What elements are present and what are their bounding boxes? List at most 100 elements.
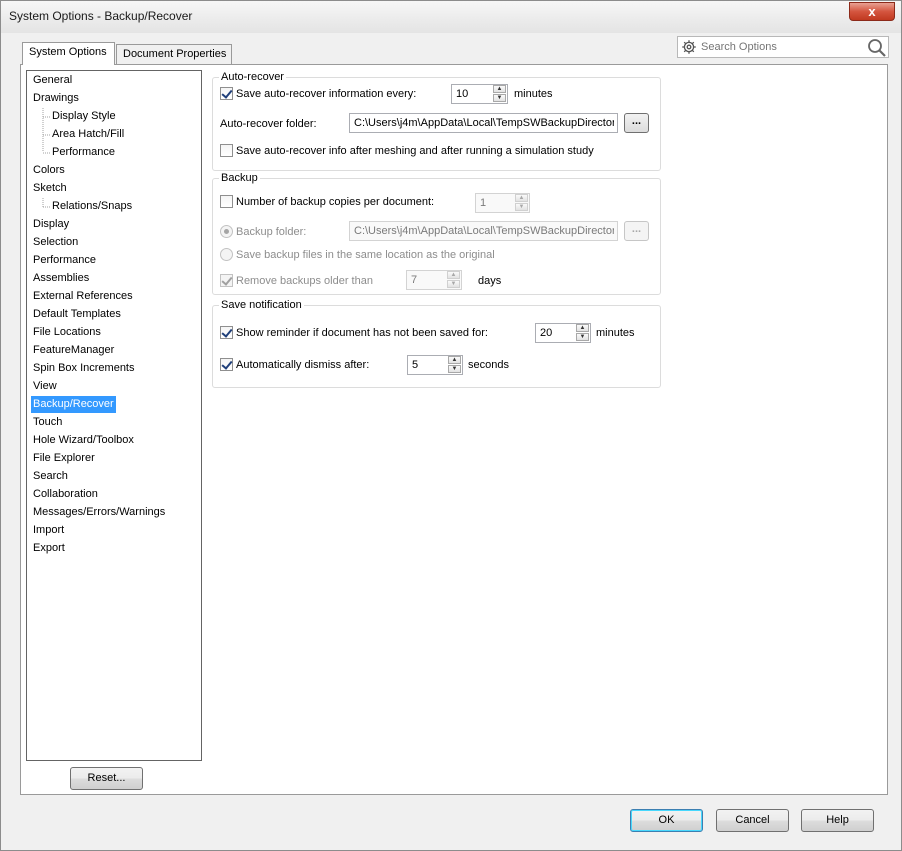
spin-down-icon[interactable]: ▼ xyxy=(493,94,506,102)
title-bar: System Options - Backup/Recover x xyxy=(1,1,901,33)
auto-recover-interval-stepper[interactable]: ▲ ▼ xyxy=(451,84,508,104)
tree-item-colors[interactable]: Colors xyxy=(31,162,67,179)
gear-icon xyxy=(682,40,696,54)
tab-document-properties-label: Document Properties xyxy=(123,48,227,60)
auto-dismiss-checkbox[interactable] xyxy=(220,358,233,371)
auto-dismiss-input[interactable] xyxy=(410,357,446,373)
save-reminder-checkbox[interactable] xyxy=(220,326,233,339)
remove-days-arrows[interactable]: ▲ ▼ xyxy=(446,271,461,289)
tree-item-spin-box-increments[interactable]: Spin Box Increments xyxy=(31,360,137,377)
backup-folder-label: Backup folder: xyxy=(236,226,307,238)
ok-button[interactable]: OK xyxy=(630,809,703,832)
tab-system-options-label: System Options xyxy=(29,46,107,58)
backup-copies-checkbox[interactable] xyxy=(220,195,233,208)
tree-item-area-hatch-fill[interactable]: Area Hatch/Fill xyxy=(50,126,126,143)
tree-item-collaboration[interactable]: Collaboration xyxy=(31,486,100,503)
tree-item-selection[interactable]: Selection xyxy=(31,234,80,251)
backup-group-title: Backup xyxy=(219,172,260,185)
tab-system-options[interactable]: System Options xyxy=(22,42,115,65)
same-location-radio[interactable] xyxy=(220,248,233,261)
remove-days-input[interactable] xyxy=(409,272,445,288)
after-meshing-checkbox[interactable] xyxy=(220,144,233,157)
search-options-box[interactable] xyxy=(677,36,889,58)
save-reminder-unit: minutes xyxy=(596,327,635,339)
backup-copies-stepper[interactable]: ▲ ▼ xyxy=(475,193,530,213)
tree-item-backup-recover[interactable]: Backup/Recover xyxy=(31,396,116,413)
backup-copies-label: Number of backup copies per document: xyxy=(236,196,435,208)
close-icon: x xyxy=(868,4,876,19)
backup-folder-radio[interactable] xyxy=(220,225,233,238)
reset-button[interactable]: Reset... xyxy=(70,767,143,790)
search-input[interactable] xyxy=(699,38,859,56)
auto-recover-interval-arrows[interactable]: ▲ ▼ xyxy=(492,85,507,103)
save-reminder-input[interactable] xyxy=(538,325,574,341)
tree-item-view[interactable]: View xyxy=(31,378,59,395)
auto-recover-group-title: Auto-recover xyxy=(219,71,286,84)
save-auto-recover-checkbox[interactable] xyxy=(220,87,233,100)
save-notification-group-title: Save notification xyxy=(219,299,304,312)
tab-document-properties[interactable]: Document Properties xyxy=(116,44,232,64)
tree-item-drawings[interactable]: Drawings xyxy=(31,90,81,107)
same-location-label: Save backup files in the same location a… xyxy=(236,249,495,261)
save-notification-group xyxy=(212,305,661,388)
tree-item-display[interactable]: Display xyxy=(31,216,71,233)
auto-recover-interval-unit: minutes xyxy=(514,88,553,100)
help-button[interactable]: Help xyxy=(801,809,874,832)
spin-up-icon[interactable]: ▲ xyxy=(448,356,461,364)
cancel-button[interactable]: Cancel xyxy=(716,809,789,832)
auto-dismiss-label: Automatically dismiss after: xyxy=(236,359,370,371)
tree-item-export[interactable]: Export xyxy=(31,540,67,557)
auto-recover-folder-input[interactable] xyxy=(352,115,616,131)
spin-up-icon[interactable]: ▲ xyxy=(576,324,589,332)
remove-days-unit: days xyxy=(478,275,502,287)
tree-item-file-explorer[interactable]: File Explorer xyxy=(31,450,97,467)
save-reminder-label: Show reminder if document has not been s… xyxy=(236,327,488,339)
spin-up-icon[interactable]: ▲ xyxy=(493,85,506,93)
save-reminder-stepper[interactable]: ▲ ▼ xyxy=(535,323,591,343)
spin-down-icon[interactable]: ▼ xyxy=(447,280,460,288)
options-tree[interactable]: General Drawings Display Style Area Hatc… xyxy=(26,70,202,761)
tree-item-relations-snaps[interactable]: Relations/Snaps xyxy=(50,198,134,215)
save-reminder-arrows[interactable]: ▲ ▼ xyxy=(575,324,590,342)
tree-item-default-templates[interactable]: Default Templates xyxy=(31,306,123,323)
auto-dismiss-arrows[interactable]: ▲ ▼ xyxy=(447,356,462,374)
spin-down-icon[interactable]: ▼ xyxy=(515,203,528,211)
spin-down-icon[interactable]: ▼ xyxy=(576,333,589,341)
tree-item-performance[interactable]: Performance xyxy=(31,252,98,269)
tree-item-hole-wizard-toolbox[interactable]: Hole Wizard/Toolbox xyxy=(31,432,136,449)
tree-item-assemblies[interactable]: Assemblies xyxy=(31,270,91,287)
auto-recover-folder-label: Auto-recover folder: xyxy=(220,118,317,130)
tree-item-featuremanager[interactable]: FeatureManager xyxy=(31,342,116,359)
backup-browse-button[interactable]: ... xyxy=(624,221,649,241)
auto-dismiss-unit: seconds xyxy=(468,359,509,371)
auto-recover-browse-button[interactable]: ... xyxy=(624,113,649,133)
auto-recover-folder-field[interactable] xyxy=(349,113,618,133)
spin-up-icon[interactable]: ▲ xyxy=(515,194,528,202)
remove-backups-checkbox[interactable] xyxy=(220,274,233,287)
remove-backups-label: Remove backups older than xyxy=(236,275,373,287)
backup-copies-input[interactable] xyxy=(478,195,514,211)
tree-item-drawings-performance[interactable]: Performance xyxy=(50,144,117,161)
spin-up-icon[interactable]: ▲ xyxy=(447,271,460,279)
backup-folder-input[interactable] xyxy=(352,223,616,239)
save-auto-recover-label: Save auto-recover information every: xyxy=(236,88,417,100)
tree-item-file-locations[interactable]: File Locations xyxy=(31,324,103,341)
search-icon[interactable] xyxy=(867,38,887,58)
close-button[interactable]: x xyxy=(849,2,895,21)
tree-item-touch[interactable]: Touch xyxy=(31,414,64,431)
tree-item-display-style[interactable]: Display Style xyxy=(50,108,118,125)
tree-item-messages-errors-warnings[interactable]: Messages/Errors/Warnings xyxy=(31,504,167,521)
auto-dismiss-stepper[interactable]: ▲ ▼ xyxy=(407,355,463,375)
backup-folder-field[interactable] xyxy=(349,221,618,241)
tree-item-general[interactable]: General xyxy=(31,72,74,89)
tree-item-external-references[interactable]: External References xyxy=(31,288,135,305)
auto-recover-interval-input[interactable] xyxy=(454,86,492,102)
backup-copies-arrows[interactable]: ▲ ▼ xyxy=(514,194,529,212)
tree-item-search[interactable]: Search xyxy=(31,468,70,485)
spin-down-icon[interactable]: ▼ xyxy=(448,365,461,373)
tree-item-import[interactable]: Import xyxy=(31,522,66,539)
remove-days-stepper[interactable]: ▲ ▼ xyxy=(406,270,462,290)
system-options-dialog: System Options - Backup/Recover x System… xyxy=(0,0,902,851)
after-meshing-label: Save auto-recover info after meshing and… xyxy=(236,145,594,157)
tree-item-sketch[interactable]: Sketch xyxy=(31,180,69,197)
